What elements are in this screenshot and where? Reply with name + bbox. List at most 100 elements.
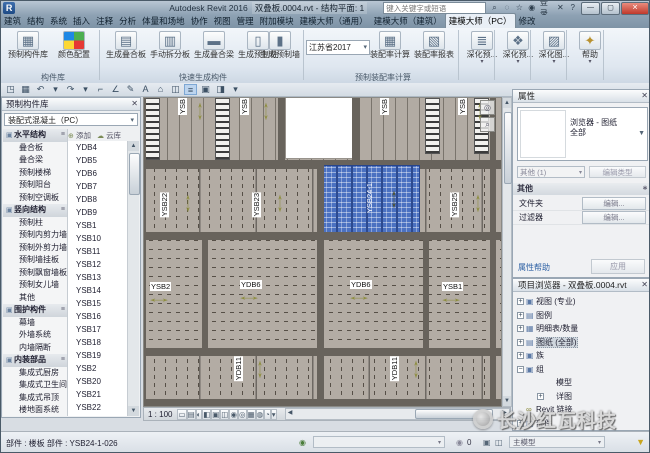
tree-groups[interactable]: − ▣ 组	[515, 363, 648, 377]
edit-type-button[interactable]: 编辑类型	[589, 166, 646, 178]
text-icon[interactable]: A	[139, 84, 152, 95]
precast-library-button[interactable]: ▦ 预制构件库	[7, 30, 49, 72]
tag-icon[interactable]: ✎	[124, 84, 137, 95]
properties-help-link[interactable]: 属性帮助	[518, 262, 550, 273]
generate-composite-slab-button[interactable]: ▤ 生成叠合板	[105, 30, 147, 72]
open-icon[interactable]: ◳	[4, 84, 17, 95]
part-item[interactable]: YSB13	[68, 271, 128, 284]
undo-icon[interactable]: ↶	[34, 84, 47, 95]
part-item[interactable]: YSB16	[68, 310, 128, 323]
part-item[interactable]: YSB12	[68, 258, 128, 271]
close-hidden-windows-icon[interactable]: ▣	[199, 84, 212, 95]
expand-icon[interactable]: +	[517, 419, 524, 427]
assembly-rate-report-button[interactable]: ▧ 装配率报表	[413, 30, 455, 72]
view-scale[interactable]: 1 : 100	[148, 410, 172, 419]
redo-caret-icon[interactable]: ▾	[79, 84, 92, 95]
drawing-canvas[interactable]: YSB YSB YSB YSB ↕ ↕ ↕ YSB22 ↕ YSB23 ↕ YSB24-1 ↕ YSB25…	[143, 97, 502, 407]
ribbon-tab[interactable]: 体量和场地	[139, 14, 188, 28]
apply-button[interactable]: 应用	[591, 259, 645, 274]
library-type-select[interactable]: 装配式混凝土（PC）	[4, 113, 138, 126]
ribbon-tab[interactable]: 结构	[24, 14, 47, 28]
edit-filter-button[interactable]: 编辑...	[582, 211, 646, 224]
category-item[interactable]: 幕墙	[3, 317, 67, 330]
customize-qat-icon[interactable]: ▾	[229, 84, 242, 95]
reveal-hidden-icon[interactable]: ◎	[238, 408, 247, 420]
ribbon-tab[interactable]: 注释	[93, 14, 116, 28]
tree-revit-links[interactable]: ∞ Revit 链接	[515, 403, 648, 417]
part-item[interactable]: YDB9	[68, 206, 128, 219]
ribbon-tab[interactable]: 建模大师（建筑）	[371, 14, 445, 28]
close-icon[interactable]: ✕	[131, 99, 138, 108]
category-item[interactable]: 预制空调板	[3, 192, 67, 205]
category-item[interactable]: 集成式卫生间	[3, 379, 67, 392]
type-selector[interactable]: 浏览器 - 图纸 全部 ▼	[517, 107, 648, 161]
canvas-vscrollbar[interactable]: ▲ ▼	[502, 97, 512, 407]
part-item[interactable]: YSB14	[68, 284, 128, 297]
part-item[interactable]: YDB4	[68, 141, 128, 154]
part-item[interactable]: YDB6	[68, 167, 128, 180]
exchange-apps-icon[interactable]: ✕	[556, 3, 564, 13]
temporary-hide-isolate-icon[interactable]: ◉	[229, 408, 239, 420]
thin-lines-icon[interactable]: ≡	[184, 84, 197, 95]
expand-icon[interactable]	[537, 379, 544, 386]
part-item[interactable]: YSB21	[68, 388, 128, 401]
category-item[interactable]: 楼地面系统	[3, 404, 67, 416]
analytical-model-icon[interactable]: ◍	[255, 408, 265, 420]
tree-schedules[interactable]: + ▦ 明细表/数量	[515, 322, 648, 336]
ribbon-tab[interactable]: 建模大师（通用）	[297, 14, 371, 28]
edit-folder-button[interactable]: 编辑...	[582, 197, 646, 210]
section-icon[interactable]: ◫	[169, 84, 182, 95]
temporary-view-properties-icon[interactable]: ▦	[246, 408, 256, 420]
standard-select[interactable]: 江苏省2017	[306, 40, 370, 55]
ribbon-tab[interactable]: 系统	[47, 14, 70, 28]
worksets-icon[interactable]: ◉	[299, 438, 306, 447]
maximize-button[interactable]: ▢	[601, 1, 620, 15]
reveal-constraints-icon[interactable]: ▾	[270, 408, 277, 420]
zoom-icon[interactable]: ⌕	[480, 117, 495, 132]
expand-icon[interactable]: +	[517, 352, 524, 360]
part-item[interactable]: YSB20	[68, 375, 128, 388]
aligned-dimension-icon[interactable]: ∠	[109, 84, 122, 95]
selection-filter-icon[interactable]: ▼	[636, 437, 645, 447]
ribbon-tab[interactable]: 建模大师（PC）	[444, 13, 516, 28]
instance-filter-select[interactable]: 其他 (1)	[517, 166, 585, 178]
close-icon[interactable]: ✕	[641, 280, 648, 289]
ribbon-tab[interactable]: 视图	[211, 14, 234, 28]
canvas-hscrollbar[interactable]: ◀ ▶	[284, 408, 510, 420]
favorites-star-icon[interactable]: ☆	[515, 3, 523, 13]
tree-views[interactable]: + ▣ 视图 (专业)	[515, 295, 648, 309]
generate-precast-wall-button[interactable]: ▮ 生成预制墙	[259, 30, 301, 72]
part-item[interactable]: YDB5	[68, 154, 128, 167]
part-item[interactable]: YSB1	[68, 219, 128, 232]
category-item[interactable]: 预制楼梯	[3, 167, 67, 180]
design-options-icon[interactable]: ▣	[483, 438, 491, 447]
expand-icon[interactable]: −	[517, 365, 524, 373]
part-item[interactable]: YSB22	[68, 401, 128, 414]
search-binoculars-icon[interactable]: ⌕	[490, 3, 498, 13]
expand-icon[interactable]	[517, 406, 524, 413]
category-item[interactable]: 叠合梁	[3, 154, 67, 167]
part-item[interactable]: YSB19	[68, 349, 128, 362]
part-item[interactable]: YDB7	[68, 180, 128, 193]
parts-scrollbar[interactable]: ▲ ▼	[127, 141, 140, 416]
part-item[interactable]: YDB8	[68, 193, 128, 206]
part-item[interactable]: YSB17	[68, 323, 128, 336]
cloud-library-button[interactable]: ☁ 云库	[97, 130, 121, 141]
undo-caret-icon[interactable]: ▾	[49, 84, 62, 95]
manual-split-slab-button[interactable]: ▥ 手动拆分板	[149, 30, 191, 72]
tree-groups-model[interactable]: 模型	[515, 376, 648, 390]
tree-legends[interactable]: + ▤ 图例	[515, 309, 648, 323]
expand-icon[interactable]: +	[537, 392, 544, 400]
expand-icon[interactable]: +	[517, 325, 524, 333]
tree-assemblies[interactable]: + ◫ 部件	[515, 417, 648, 431]
part-item[interactable]: YSB11	[68, 245, 128, 258]
category-item[interactable]: 预制飘窗墙板	[3, 267, 67, 280]
part-item[interactable]: YSB18	[68, 336, 128, 349]
category-item[interactable]: 预制女儿墙	[3, 279, 67, 292]
category-item[interactable]: 集成式厨房	[3, 367, 67, 380]
workset-select[interactable]	[313, 436, 445, 448]
ribbon-tab[interactable]: 建筑	[1, 14, 24, 28]
category-item[interactable]: ▣竖向结构 ≡	[3, 204, 67, 217]
section-header[interactable]: 其他 ∗	[513, 183, 649, 195]
part-item[interactable]: YSB15	[68, 297, 128, 310]
